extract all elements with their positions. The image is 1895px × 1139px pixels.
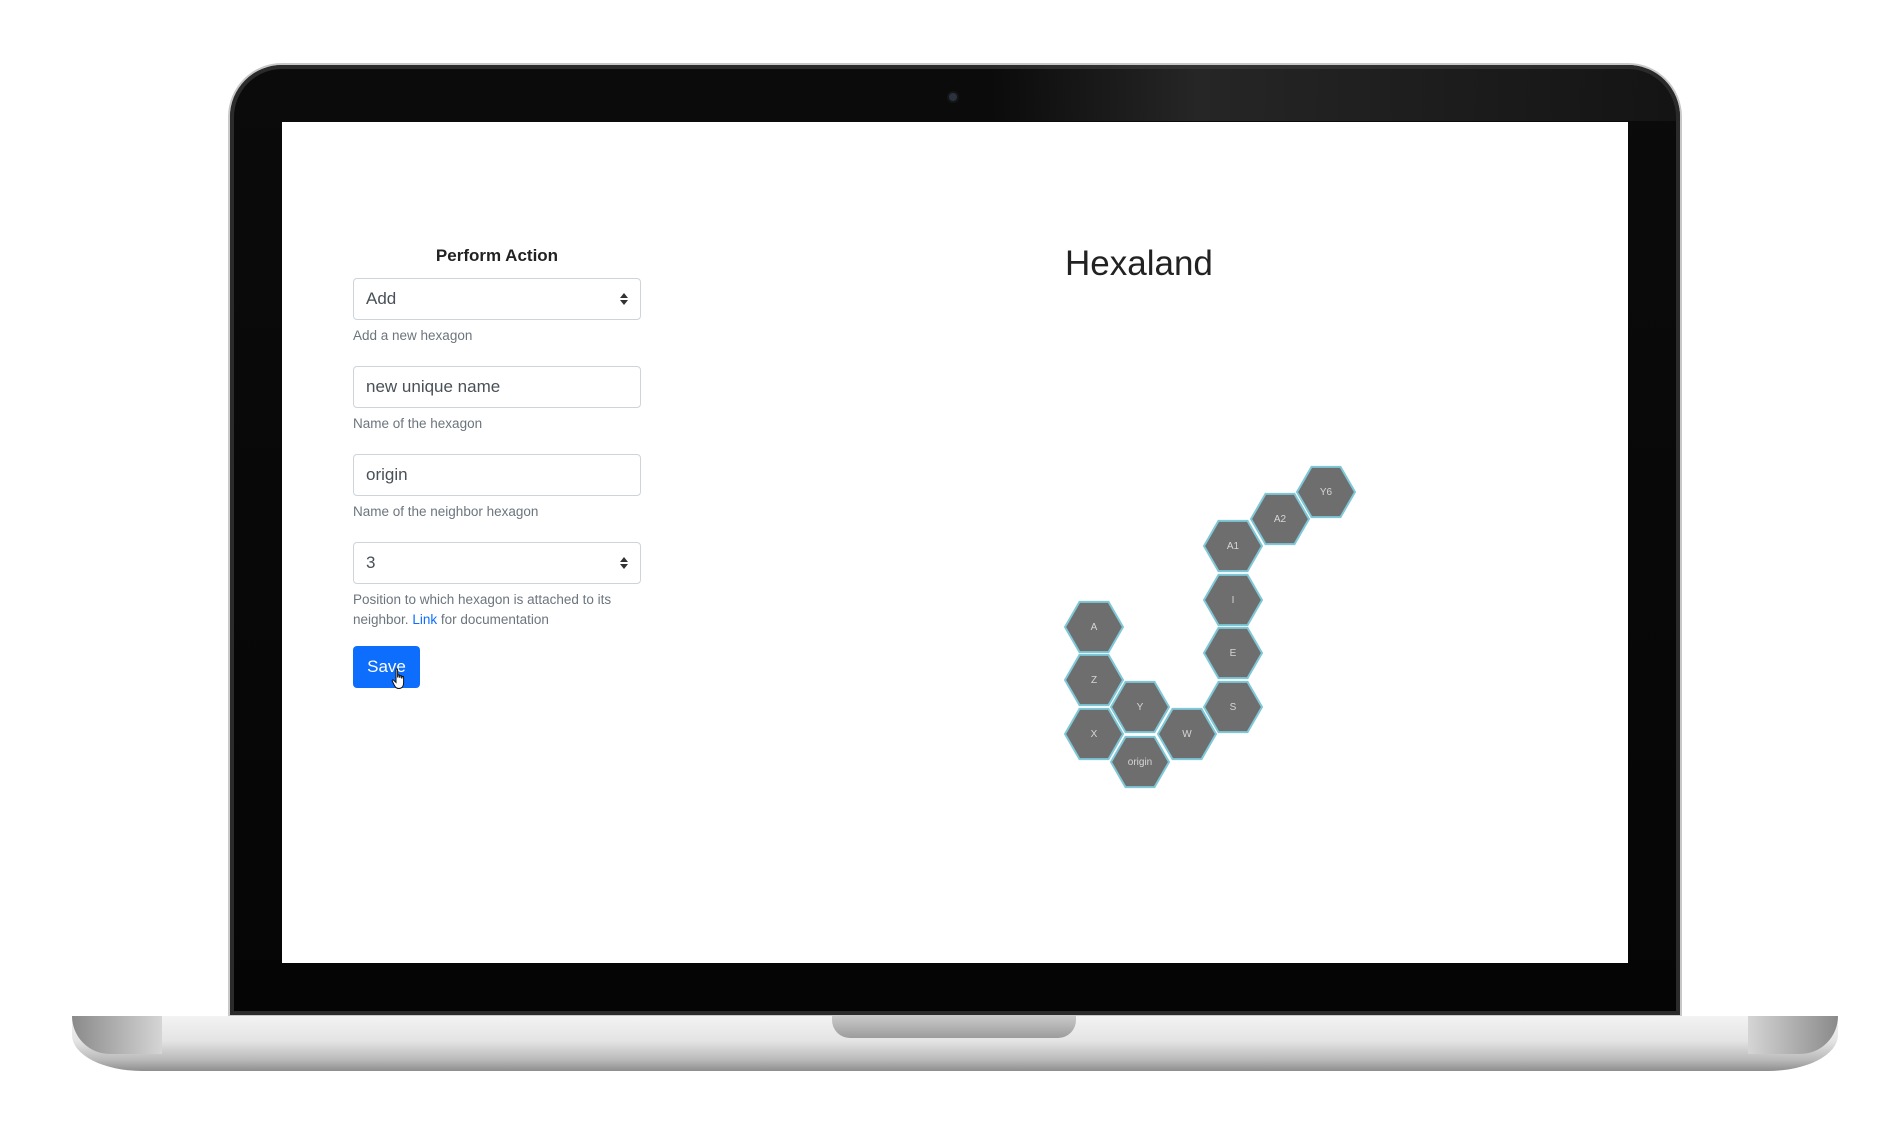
hexagon-label: A: [1091, 622, 1098, 633]
hexagon-label: origin: [1128, 757, 1152, 768]
hexagon-label: I: [1232, 595, 1235, 606]
bezel-reflection: [990, 65, 1680, 121]
hexagon-label: Z: [1091, 675, 1097, 686]
hexagon-label: X: [1091, 729, 1098, 740]
hexagon-label: A1: [1227, 541, 1240, 552]
base-notch: [832, 1016, 1076, 1038]
hexagon-label: Y6: [1320, 487, 1333, 498]
hex-map: A Z X Yorigin W S E I A1 A2 Y6: [1063, 465, 1357, 789]
hexagon-label: A2: [1274, 514, 1287, 525]
base-edge-right: [1748, 1016, 1838, 1054]
hexagon-label: E: [1230, 648, 1237, 659]
laptop-base: [72, 1016, 1838, 1071]
hexagon-label: Y: [1137, 702, 1144, 713]
camera-icon: [949, 93, 957, 101]
hexagon-label: S: [1230, 702, 1237, 713]
hexagon-label: W: [1182, 729, 1192, 740]
screen: Perform Action Add Add a new hexagon new…: [282, 122, 1628, 963]
base-edge-left: [72, 1016, 162, 1054]
